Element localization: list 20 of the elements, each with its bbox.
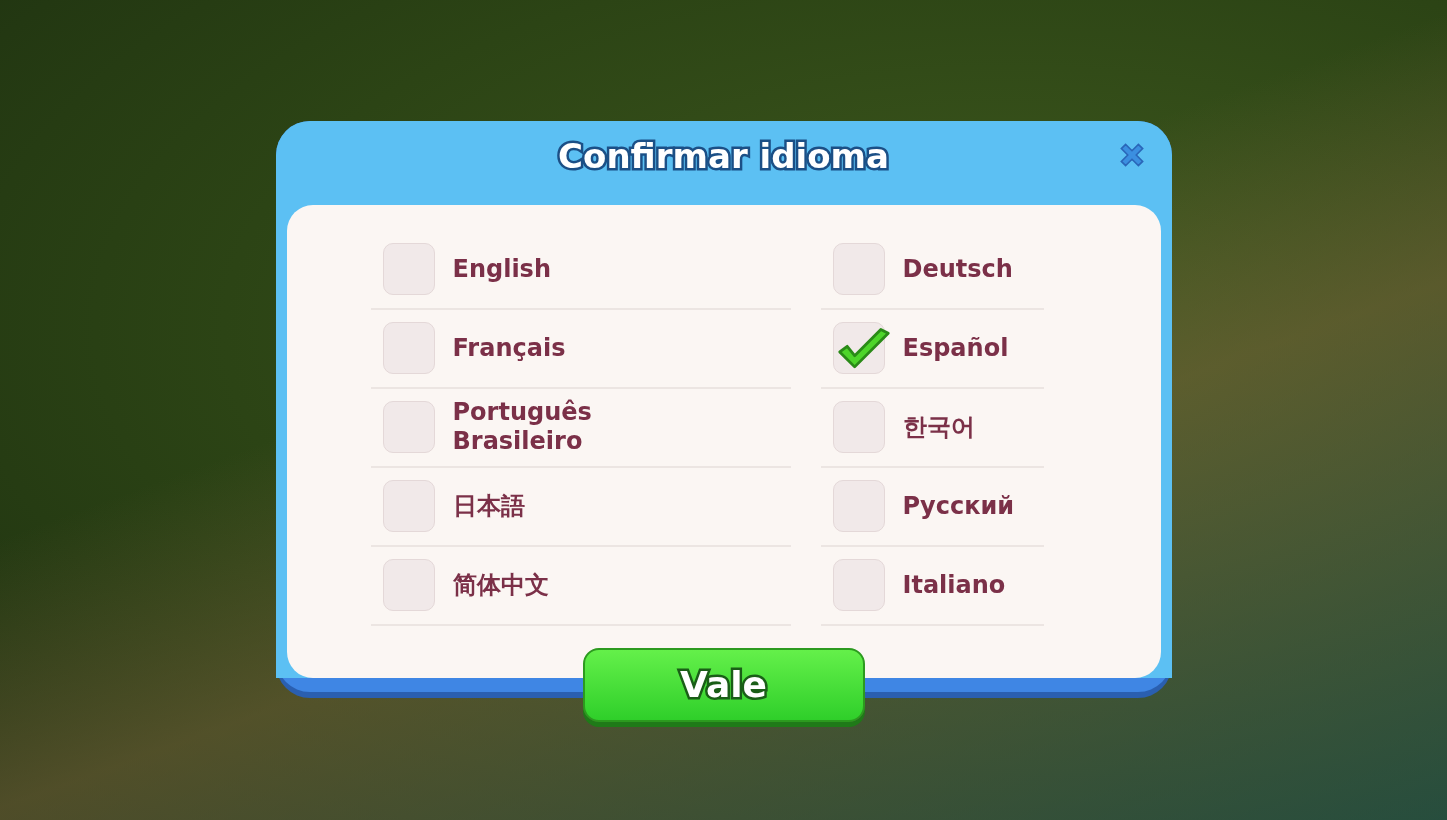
dialog-title: Confirmar idioma [558, 135, 889, 178]
checkbox[interactable] [382, 559, 435, 611]
language-label: Français [452, 333, 566, 363]
checkbox[interactable] [382, 322, 435, 374]
checkbox[interactable] [832, 401, 885, 453]
checkbox[interactable] [832, 480, 885, 532]
checkbox[interactable] [382, 243, 435, 295]
checkbox[interactable] [382, 401, 435, 453]
language-label: Русский [902, 491, 1015, 521]
language-label: 日本語 [452, 491, 525, 521]
language-label: Italiano [902, 570, 1006, 600]
language-label: Deutsch [902, 254, 1013, 284]
checkbox[interactable] [832, 243, 885, 295]
language-label: 简体中文 [452, 570, 549, 600]
language-label: 한국어 [902, 412, 975, 442]
language-label: Português Brasileiro [452, 398, 593, 456]
language-label: Español [902, 333, 1009, 363]
checkbox[interactable] [832, 559, 885, 611]
checkbox[interactable] [382, 480, 435, 532]
language-label: English [452, 254, 551, 284]
